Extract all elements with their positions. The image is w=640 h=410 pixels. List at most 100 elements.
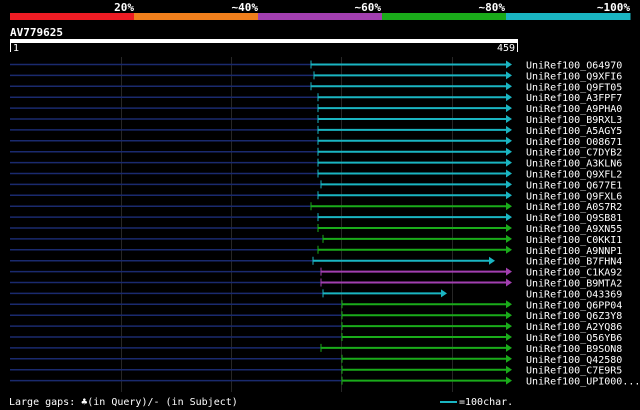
hit-label[interactable]: UniRef100_C7E9R5	[526, 366, 622, 377]
hit-label[interactable]: UniRef100_Q9XFI6	[526, 71, 622, 82]
hit-row[interactable]: UniRef100_B7FHN4	[10, 256, 622, 268]
hit-row[interactable]: UniRef100_A2YQ86	[10, 322, 622, 333]
hit-row[interactable]: UniRef100_Q9FXL6	[10, 191, 622, 202]
hit-row[interactable]: UniRef100_B9RXL3	[10, 115, 622, 126]
hit-arrow-head	[506, 267, 512, 276]
hit-label[interactable]: UniRef100_B9MTA2	[526, 279, 622, 290]
hit-arrow-head	[506, 147, 512, 156]
hit-label[interactable]: UniRef100_UPI000...	[526, 377, 640, 388]
query-end-label: 459	[497, 43, 515, 54]
hit-row[interactable]: UniRef100_UPI000...	[10, 376, 640, 388]
hit-arrow-head	[506, 93, 512, 102]
hit-label[interactable]: UniRef100_B7FHN4	[526, 257, 622, 268]
identity-scale-bar	[10, 13, 631, 20]
query-name: AV779625	[10, 26, 63, 39]
hit-arrow-head	[506, 300, 512, 309]
hit-row[interactable]: UniRef100_O43369	[10, 289, 622, 300]
hit-label[interactable]: UniRef100_B9RXL3	[526, 115, 622, 126]
hit-label[interactable]: UniRef100_Q6PP04	[526, 300, 622, 311]
hit-arrow-head	[489, 256, 495, 265]
hit-arrow-head	[506, 136, 512, 145]
hit-label[interactable]: UniRef100_Q6Z3Y8	[526, 311, 622, 322]
hit-label[interactable]: UniRef100_O08671	[526, 137, 622, 148]
hit-row[interactable]: UniRef100_Q9SB81	[10, 213, 622, 224]
hit-label[interactable]: UniRef100_A3KLN6	[526, 159, 622, 170]
legend: Large gaps: ♣(in Query)/- (in Subject) =…	[9, 397, 513, 408]
hit-arrow-head	[506, 115, 512, 123]
hit-label[interactable]: UniRef100_Q56YB6	[526, 333, 622, 344]
hit-row[interactable]: UniRef100_O08671	[10, 136, 622, 148]
hit-arrow-head	[506, 71, 512, 80]
hit-arrow-head	[506, 125, 512, 134]
hit-arrow-head	[506, 278, 512, 287]
large-gaps-legend: Large gaps: ♣(in Query)/- (in Subject)	[9, 397, 238, 408]
scale-segment-2	[134, 13, 259, 20]
hit-list: UniRef100_O64970UniRef100_Q9XFI6UniRef10…	[10, 60, 640, 388]
hit-label[interactable]: UniRef100_Q677E1	[526, 180, 622, 191]
hit-arrow-head	[506, 104, 512, 113]
hit-arrow-head	[506, 234, 512, 243]
hit-row[interactable]: UniRef100_Q9XFL2	[10, 169, 622, 181]
hit-arrow-head	[506, 376, 512, 385]
hit-row[interactable]: UniRef100_A9NNP1	[10, 245, 622, 257]
hit-row[interactable]: UniRef100_C7E9R5	[10, 365, 622, 377]
hit-row[interactable]: UniRef100_A3FPF7	[10, 93, 622, 104]
hit-label[interactable]: UniRef100_A9XN55	[526, 224, 622, 235]
scale-label-20: 20%	[114, 1, 134, 14]
hit-arrow-head	[506, 82, 512, 91]
hit-label[interactable]: UniRef100_Q9XFL2	[526, 170, 622, 181]
hit-row[interactable]: UniRef100_B9MTA2	[10, 278, 622, 290]
hit-row[interactable]: UniRef100_O64970	[10, 60, 622, 72]
hit-row[interactable]: UniRef100_C7DYB2	[10, 147, 622, 159]
hit-label[interactable]: UniRef100_Q42580	[526, 355, 622, 366]
hit-label[interactable]: UniRef100_C1KA92	[526, 268, 622, 279]
hit-label[interactable]: UniRef100_O64970	[526, 61, 622, 72]
hit-row[interactable]: UniRef100_Q6Z3Y8	[10, 311, 622, 322]
query-bar	[10, 39, 518, 43]
query-start-label: 1	[13, 43, 19, 54]
scale-segment-1	[10, 13, 135, 20]
hit-label[interactable]: UniRef100_A2YQ86	[526, 322, 622, 333]
hit-row[interactable]: UniRef100_C0KKI1	[10, 234, 622, 246]
hit-label[interactable]: UniRef100_C0KKI1	[526, 235, 622, 246]
hit-label[interactable]: UniRef100_Q9FT05	[526, 82, 622, 93]
hit-row[interactable]: UniRef100_A9XN55	[10, 224, 622, 235]
hit-arrow-head	[506, 224, 512, 232]
hit-arrow-head	[506, 354, 512, 363]
hit-arrow-head	[506, 202, 512, 211]
scale-segment-5	[506, 13, 631, 20]
hit-row[interactable]: UniRef100_Q42580	[10, 354, 622, 366]
hit-arrow-head	[506, 213, 512, 222]
scale-label-100: ~100%	[597, 1, 630, 14]
hit-label[interactable]: UniRef100_A5AGY5	[526, 126, 622, 137]
hit-row[interactable]: UniRef100_Q677E1	[10, 180, 622, 191]
hit-arrow-head	[506, 311, 512, 320]
scale-label-80: ~80%	[479, 1, 506, 14]
hit-row[interactable]: UniRef100_Q56YB6	[10, 333, 622, 344]
hit-label[interactable]: UniRef100_Q9SB81	[526, 213, 622, 224]
hit-label[interactable]: UniRef100_A0S7R2	[526, 202, 622, 213]
hit-label[interactable]: UniRef100_B9SON8	[526, 344, 622, 355]
hit-label[interactable]: UniRef100_Q9FXL6	[526, 191, 622, 202]
hit-row[interactable]: UniRef100_A5AGY5	[10, 126, 622, 137]
hit-arrow-head	[441, 289, 447, 298]
scale-segment-4	[382, 13, 507, 20]
hit-label[interactable]: UniRef100_O43369	[526, 289, 622, 300]
hit-arrow-head	[506, 60, 512, 69]
hit-row[interactable]: UniRef100_A9PHA0	[10, 104, 622, 115]
hit-row[interactable]: UniRef100_Q9XFI6	[10, 71, 622, 82]
hit-label[interactable]: UniRef100_A9PHA0	[526, 104, 622, 115]
hit-arrow-head	[506, 333, 512, 341]
hit-label[interactable]: UniRef100_A3FPF7	[526, 93, 622, 104]
hit-arrow-head	[506, 343, 512, 352]
hit-row[interactable]: UniRef100_A3KLN6	[10, 158, 622, 170]
hit-row[interactable]: UniRef100_Q6PP04	[10, 300, 622, 311]
scale-label-60: ~60%	[355, 1, 382, 14]
hit-row[interactable]: UniRef100_B9SON8	[10, 343, 622, 355]
hit-row[interactable]: UniRef100_Q9FT05	[10, 82, 622, 93]
hit-row[interactable]: UniRef100_C1KA92	[10, 267, 622, 279]
hit-label[interactable]: UniRef100_A9NNP1	[526, 246, 622, 257]
hit-row[interactable]: UniRef100_A0S7R2	[10, 202, 622, 213]
hit-label[interactable]: UniRef100_C7DYB2	[526, 148, 622, 159]
hit-arrow-head	[506, 191, 512, 200]
